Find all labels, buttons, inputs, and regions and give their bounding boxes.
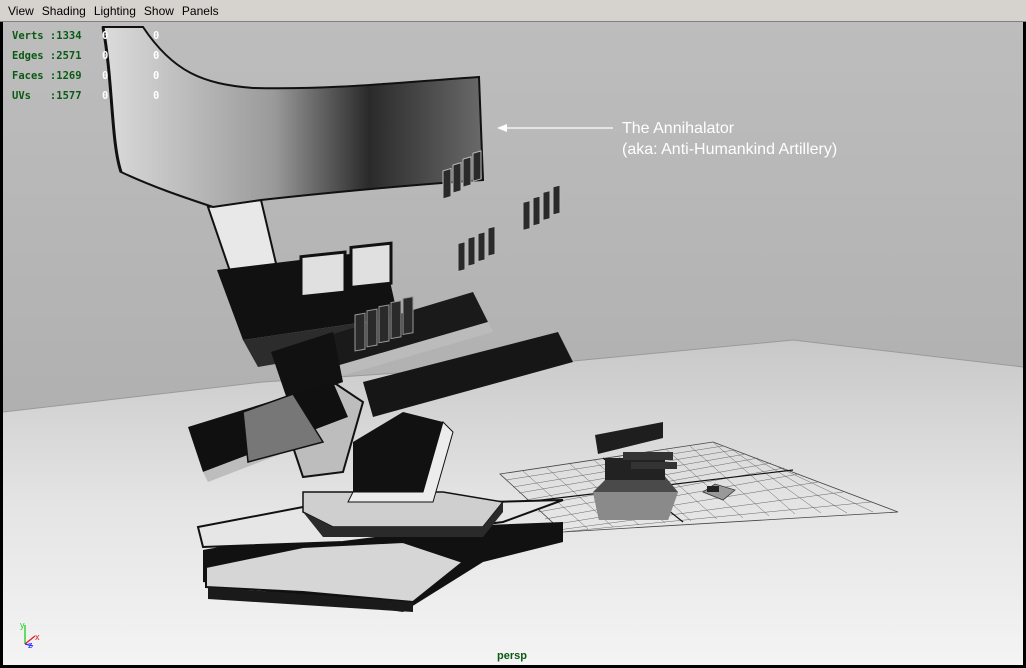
annotation-subtitle: (aka: Anti-Humankind Artillery) [622, 141, 838, 158]
axis-x-label: x [35, 632, 40, 642]
hud-faces-selected: 0 [102, 70, 109, 82]
menu-view[interactable]: View [4, 4, 38, 18]
menu-lighting[interactable]: Lighting [90, 4, 140, 18]
hud-edges-selected: 0 [102, 50, 109, 62]
poly-count-hud: Verts :1334 0 0 Edges :2571 0 0 Faces :1… [12, 30, 172, 110]
hud-verts-extra: 0 [153, 30, 160, 42]
menu-shading[interactable]: Shading [38, 4, 90, 18]
axis-y-label: y [20, 620, 25, 630]
annotation-title: The Annihalator [622, 120, 735, 137]
hud-edges-extra: 0 [153, 50, 160, 62]
axis-z-label: z [28, 640, 33, 650]
hud-row-faces: Faces :1269 0 0 [12, 70, 172, 90]
camera-name-label: persp [497, 650, 527, 662]
hud-row-edges: Edges :2571 0 0 [12, 50, 172, 70]
hud-faces-label: Faces :1269 [12, 70, 82, 82]
hud-row-verts: Verts :1334 0 0 [12, 30, 172, 50]
hud-uvs-label: UVs :1577 [12, 90, 82, 102]
hud-row-uvs: UVs :1577 0 0 [12, 90, 172, 110]
hud-uvs-selected: 0 [102, 90, 109, 102]
menu-panels[interactable]: Panels [178, 4, 223, 18]
hud-verts-label: Verts :1334 [12, 30, 82, 42]
viewport-menubar: View Shading Lighting Show Panels [0, 0, 1026, 22]
hud-edges-label: Edges :2571 [12, 50, 82, 62]
hud-verts-selected: 0 [102, 30, 109, 42]
model-annotation: The Annihalator (aka: Anti-Humankind Art… [622, 118, 837, 160]
3d-viewport[interactable]: y x z Verts :1334 0 0 Edges :2571 0 0 Fa… [3, 22, 1023, 665]
menu-show[interactable]: Show [140, 4, 178, 18]
scene-render: y x z [3, 22, 1023, 665]
hud-uvs-extra: 0 [153, 90, 160, 102]
hud-faces-extra: 0 [153, 70, 160, 82]
